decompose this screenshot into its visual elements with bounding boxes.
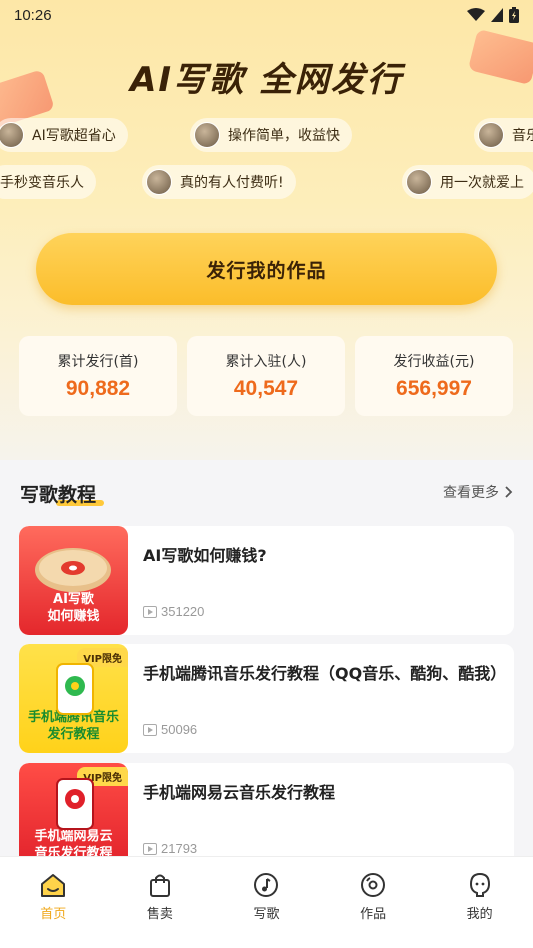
- tutorial-card[interactable]: AI写歌 如何赚钱 AI写歌如何赚钱? 351220: [19, 526, 514, 635]
- avatar: [0, 122, 24, 148]
- stat-label: 发行收益(元): [393, 354, 475, 370]
- tab-label: 作品: [360, 907, 387, 922]
- hero-headline: AI写歌 全网发行: [130, 60, 403, 100]
- chip-text: 真的有人付费听!: [180, 175, 284, 191]
- stat-value: 40,547: [233, 377, 299, 400]
- avatar: [146, 169, 172, 195]
- tutorial-card[interactable]: VIP限免 手机端腾讯音乐 发行教程 手机端腾讯音乐发行教程（QQ音乐、酷狗、酷…: [19, 644, 514, 753]
- section-title-text: 写歌教程: [20, 484, 97, 506]
- tab-label: 我的: [466, 907, 493, 922]
- view-count-value: 21793: [161, 841, 198, 856]
- section-title-tutorials: 写歌教程: [20, 480, 104, 507]
- play-icon: [143, 842, 157, 855]
- publish-my-work-button[interactable]: 发行我的作品: [36, 233, 497, 305]
- tab-write-song[interactable]: 写歌: [213, 857, 320, 948]
- status-time: 10:26: [14, 6, 52, 24]
- play-icon: [143, 605, 157, 618]
- tab-label: 写歌: [253, 907, 280, 922]
- testimonial-chip: 手秒变音乐人: [0, 165, 96, 199]
- tutorial-title: 手机端腾讯音乐发行教程（QQ音乐、酷狗、酷我）: [143, 664, 507, 683]
- view-count: 21793: [143, 841, 197, 856]
- status-icons: [467, 7, 519, 23]
- home-icon: [41, 874, 66, 897]
- chip-text: 手秒变音乐人: [0, 175, 84, 191]
- stat-label: 累计发行(首): [57, 354, 139, 370]
- testimonial-chip: 真的有人付费听!: [142, 165, 296, 199]
- stat-value: 90,882: [65, 377, 131, 400]
- chevron-right-icon: [505, 486, 513, 498]
- see-more-label: 查看更多: [443, 485, 499, 501]
- tutorial-thumbnail: AI写歌 如何赚钱: [19, 526, 128, 635]
- tutorial-thumbnail: VIP限免 手机端腾讯音乐 发行教程: [19, 644, 128, 753]
- vinyl-record-icon: [35, 548, 111, 592]
- profile-icon: [469, 872, 490, 897]
- wifi-icon: [467, 8, 485, 21]
- testimonial-chip: AI写歌超省心: [0, 118, 128, 152]
- tab-sell[interactable]: 售卖: [107, 857, 214, 948]
- tutorial-title: 手机端网易云音乐发行教程: [143, 783, 336, 802]
- view-count: 351220: [143, 604, 204, 619]
- chip-text: 用一次就爱上: [440, 175, 524, 191]
- music-note-icon: [254, 873, 279, 897]
- stat-card-revenue: 发行收益(元) 656,997: [355, 336, 513, 416]
- avatar: [406, 169, 432, 195]
- see-more-link[interactable]: 查看更多: [443, 482, 513, 502]
- phone-icon: [56, 778, 94, 830]
- avatar: [194, 122, 220, 148]
- avatar: [478, 122, 504, 148]
- stat-card-total-releases: 累计发行(首) 90,882: [19, 336, 177, 416]
- tab-home[interactable]: 首页: [0, 857, 107, 948]
- hero-banner: 10:26 AI写歌 全网发行 AI写歌超省心 操作简单，收益快 音乐 手: [0, 0, 533, 460]
- phone-icon: [56, 663, 94, 715]
- tab-label: 售卖: [146, 907, 173, 922]
- testimonial-chip: 操作简单，收益快: [190, 118, 352, 152]
- tab-works[interactable]: 作品: [320, 857, 427, 948]
- tab-profile[interactable]: 我的: [426, 857, 533, 948]
- chip-text: AI写歌超省心: [32, 128, 116, 144]
- bottom-tab-bar: 首页 售卖 写歌 作品 我的: [0, 856, 533, 948]
- tutorial-title: AI写歌如何赚钱?: [143, 546, 267, 565]
- chip-text: 音乐: [512, 128, 533, 144]
- shopping-bag-icon: [149, 874, 170, 897]
- view-count-value: 351220: [161, 604, 205, 619]
- tab-label: 首页: [40, 907, 67, 922]
- view-count-value: 50096: [161, 722, 198, 737]
- disc-icon: [361, 873, 386, 897]
- stat-label: 累计入驻(人): [225, 354, 307, 370]
- play-icon: [143, 723, 157, 736]
- stat-value: 656,997: [396, 377, 472, 400]
- battery-icon: [509, 7, 519, 23]
- testimonial-chip: 音乐: [474, 118, 533, 152]
- status-bar: 10:26: [0, 0, 533, 30]
- testimonial-chip: 用一次就爱上: [402, 165, 533, 199]
- chip-text: 操作简单，收益快: [228, 128, 340, 144]
- view-count: 50096: [143, 722, 197, 737]
- signal-icon: [491, 8, 503, 22]
- stat-card-total-members: 累计入驻(人) 40,547: [187, 336, 345, 416]
